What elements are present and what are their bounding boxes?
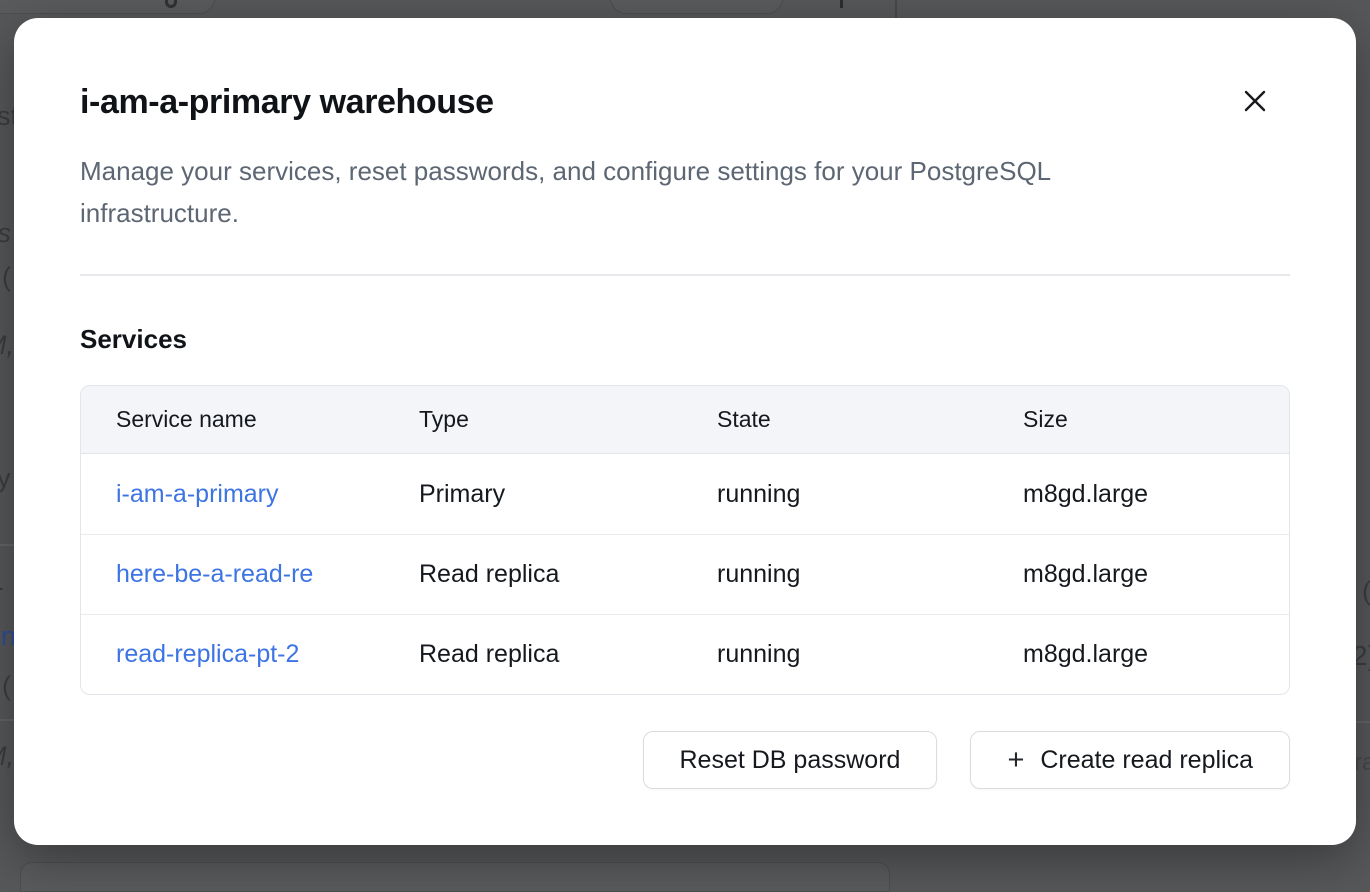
service-name-link[interactable]: here-be-a-read-re bbox=[116, 560, 313, 589]
backdrop-text-fragment: ( bbox=[2, 671, 11, 702]
table-header-row: Service name Type State Size bbox=[81, 386, 1289, 454]
service-name-link[interactable]: i-am-a-primary bbox=[116, 480, 279, 509]
services-table: Service name Type State Size i-am-a-prim… bbox=[80, 385, 1290, 695]
column-header-service-name: Service name bbox=[81, 406, 384, 433]
service-type: Read replica bbox=[384, 560, 682, 589]
service-state: running bbox=[682, 640, 988, 669]
backdrop-text-fragment: M, bbox=[0, 741, 14, 772]
service-size: m8gd.large bbox=[988, 640, 1289, 669]
dimmed-divider-vertical bbox=[895, 0, 897, 18]
backdrop-text-fragment: M, bbox=[0, 330, 14, 361]
backdrop-text-fragment: ( bbox=[2, 262, 11, 293]
service-state: running bbox=[682, 480, 988, 509]
backdrop-text-fragment: ( bbox=[1362, 576, 1370, 607]
dimmed-toolbar-button bbox=[610, 0, 783, 14]
close-icon bbox=[1242, 88, 1268, 117]
service-name-link[interactable]: read-replica-pt-2 bbox=[116, 640, 299, 669]
modal-description: Manage your services, reset passwords, a… bbox=[80, 150, 1205, 234]
create-read-replica-label: Create read replica bbox=[1040, 746, 1253, 775]
dimmed-divider bbox=[0, 719, 14, 721]
create-read-replica-button[interactable]: + Create read replica bbox=[970, 731, 1290, 789]
close-button[interactable] bbox=[1235, 82, 1275, 122]
service-state: running bbox=[682, 560, 988, 589]
table-row: here-be-a-read-re Read replica running m… bbox=[81, 534, 1289, 614]
dimmed-caret-mark bbox=[840, 0, 843, 8]
dimmed-divider bbox=[1356, 721, 1370, 723]
service-type: Primary bbox=[384, 480, 682, 509]
backdrop-text-fragment: ra bbox=[1354, 749, 1370, 777]
backdrop-text-fragment: r bbox=[0, 578, 3, 609]
backdrop-text-fragment: ks bbox=[0, 218, 11, 249]
column-header-type: Type bbox=[384, 406, 682, 433]
dimmed-divider bbox=[0, 544, 14, 546]
service-type: Read replica bbox=[384, 640, 682, 669]
section-divider bbox=[80, 274, 1290, 276]
plus-icon: + bbox=[1007, 746, 1024, 775]
service-size: m8gd.large bbox=[988, 480, 1289, 509]
dimmed-panel bbox=[20, 862, 890, 892]
services-heading: Services bbox=[80, 324, 1290, 355]
column-header-size: Size bbox=[988, 406, 1289, 433]
modal-title: i-am-a-primary warehouse bbox=[80, 80, 1290, 124]
warehouse-modal: i-am-a-primary warehouse Manage your ser… bbox=[14, 18, 1356, 845]
service-size: m8gd.large bbox=[988, 560, 1289, 589]
modal-actions: Reset DB password + Create read replica bbox=[80, 731, 1290, 789]
column-header-state: State bbox=[682, 406, 988, 433]
reset-db-password-label: Reset DB password bbox=[680, 746, 901, 775]
table-row: i-am-a-primary Primary running m8gd.larg… bbox=[81, 454, 1289, 534]
dimmed-toolbar-button bbox=[0, 0, 215, 14]
backdrop-text-fragment: y bbox=[0, 463, 11, 494]
table-row: read-replica-pt-2 Read replica running m… bbox=[81, 614, 1289, 694]
reset-db-password-button[interactable]: Reset DB password bbox=[643, 731, 938, 789]
